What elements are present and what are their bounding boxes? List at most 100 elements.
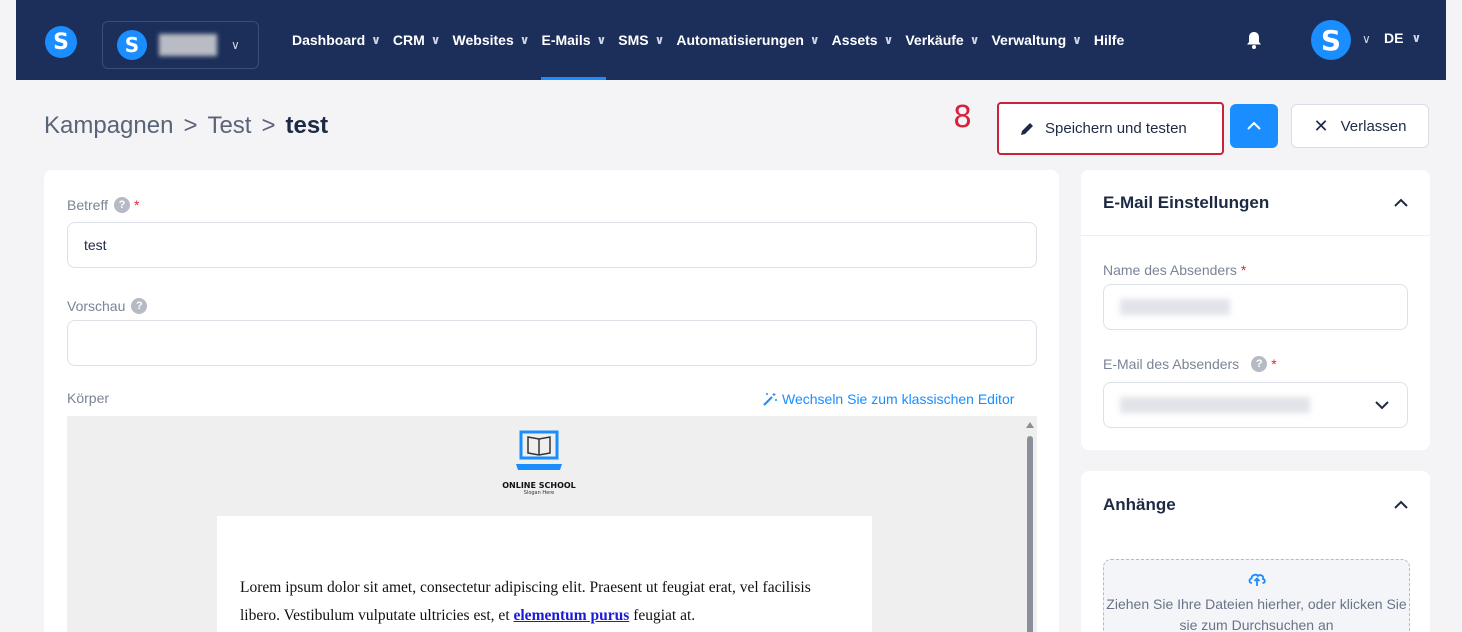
subject-input[interactable]: test: [67, 222, 1037, 268]
app-logo[interactable]: S: [45, 26, 77, 58]
nav-item-label: Websites: [452, 32, 514, 48]
sender-name-redacted: [1120, 299, 1230, 315]
sender-name-input[interactable]: [1103, 284, 1408, 330]
attachments-panel: Anhänge Ziehen Sie Ihre Dateien hierher,…: [1081, 471, 1430, 632]
sender-name-label-text: Name des Absenders: [1103, 262, 1237, 278]
chevron-down-icon[interactable]: ∨: [1362, 32, 1371, 46]
top-navbar: S S ∨ Dashboard ∨ CRM ∨ Websites ∨ E-Mails ∨…: [16, 0, 1446, 80]
chevron-up-icon: [1247, 121, 1261, 130]
nav-item-label: Verkäufe: [905, 32, 964, 48]
nav-item-label: SMS: [618, 32, 649, 48]
leave-label: Verlassen: [1340, 117, 1407, 135]
breadcrumb-separator: >: [261, 112, 276, 139]
scroll-thumb[interactable]: [1027, 436, 1033, 632]
breadcrumb-separator: >: [183, 112, 198, 139]
chevron-down-icon: ∨: [654, 33, 665, 47]
attachments-header[interactable]: Anhänge: [1081, 471, 1430, 539]
help-icon[interactable]: ?: [131, 298, 148, 314]
school-name: ONLINE SCHOOL: [502, 481, 576, 490]
email-settings-panel: E-Mail Einstellungen Name des Absenders …: [1081, 170, 1430, 450]
paragraph-text-end: feugiat at.: [629, 607, 696, 624]
pencil-icon: [1021, 122, 1033, 135]
language-label: DE: [1384, 30, 1404, 46]
nav-item-hilfe[interactable]: Hilfe: [1094, 0, 1124, 80]
email-text-block: Lorem ipsum dolor sit amet, consectetur …: [217, 516, 872, 632]
nav-item-label: Hilfe: [1093, 32, 1125, 48]
elementum-purus-link[interactable]: elementum purus: [514, 607, 630, 624]
chevron-down-icon: ∨: [1072, 33, 1082, 47]
save-and-test-label: Speichern und testen: [1045, 120, 1187, 137]
nav-item-crm[interactable]: CRM ∨: [393, 0, 441, 80]
leave-button[interactable]: ✕ Verlassen: [1291, 104, 1429, 148]
user-avatar[interactable]: S: [1311, 20, 1351, 60]
school-logo: ONLINE SCHOOL Slogan Here: [499, 428, 579, 496]
nav-item-label: CRM: [392, 32, 425, 48]
nav-item-dashboard[interactable]: Dashboard ∨: [292, 0, 381, 80]
bell-icon[interactable]: [1244, 30, 1264, 50]
nav-item-verwaltung[interactable]: Verwaltung ∨: [991, 0, 1081, 80]
chevron-down-icon: ∨: [1411, 31, 1422, 45]
body-label-text: Körper: [67, 390, 110, 406]
close-icon: ✕: [1313, 115, 1329, 136]
school-slogan: Slogan Here: [523, 490, 555, 496]
chevron-down-icon: ∨: [231, 38, 240, 52]
cloud-upload-icon: [1248, 573, 1266, 586]
nav-item-label: E-Mails: [541, 32, 591, 48]
chevron-down-icon: ∨: [596, 33, 607, 47]
nav-item-sms[interactable]: SMS ∨: [618, 0, 664, 80]
nav-item-label: Dashboard: [292, 32, 366, 48]
required-marker: *: [1271, 356, 1277, 372]
switch-classic-editor-label: Wechseln Sie zum klassischen Editor: [782, 391, 1015, 407]
subject-label: Betreff ? *: [67, 197, 139, 213]
sender-email-label-text: E-Mail des Absenders: [1103, 356, 1240, 372]
language-selector[interactable]: DE ∨: [1384, 30, 1421, 46]
attachments-dropzone[interactable]: Ziehen Sie Ihre Dateien hierher, oder kl…: [1103, 559, 1410, 632]
preview-input[interactable]: [67, 320, 1037, 366]
account-logo: S: [117, 30, 147, 60]
breadcrumb-item-test[interactable]: Test: [207, 112, 251, 140]
nav-item-emails[interactable]: E-Mails ∨: [541, 0, 606, 80]
sender-email-label: E-Mail des Absenders ? *: [1103, 356, 1277, 372]
annotation-step-number: 8: [953, 100, 973, 135]
nav-item-automatisierungen[interactable]: Automatisierungen ∨: [676, 0, 819, 80]
email-editor-card: Betreff ? * test Vorschau ? Körper Wechs…: [44, 170, 1059, 632]
preview-label-text: Vorschau: [67, 298, 126, 314]
save-and-test-button[interactable]: Speichern und testen: [997, 102, 1224, 155]
attachments-title: Anhänge: [1103, 495, 1176, 514]
switch-classic-editor-link[interactable]: Wechseln Sie zum klassischen Editor: [762, 391, 1014, 407]
sender-email-redacted: [1120, 397, 1310, 413]
chevron-up-icon[interactable]: [1394, 500, 1408, 510]
breadcrumb-item-kampagnen[interactable]: Kampagnen: [44, 112, 173, 140]
email-body-preview[interactable]: ONLINE SCHOOL Slogan Here Lorem ipsum do…: [67, 416, 1037, 632]
breadcrumb-current: test: [285, 112, 329, 139]
chevron-down-icon: [1375, 401, 1389, 410]
account-name-redacted: [159, 34, 217, 56]
chevron-down-icon: ∨: [519, 33, 530, 47]
chevron-down-icon: ∨: [883, 33, 894, 47]
nav-item-verkaufe[interactable]: Verkäufe ∨: [905, 0, 979, 80]
email-settings-title: E-Mail Einstellungen: [1103, 192, 1270, 212]
body-label: Körper: [67, 390, 109, 406]
chevron-down-icon: ∨: [969, 33, 980, 47]
sender-email-select[interactable]: [1103, 382, 1408, 428]
preview-scrollbar[interactable]: [1026, 422, 1034, 632]
chevron-up-icon[interactable]: [1394, 198, 1408, 208]
sender-name-label: Name des Absenders *: [1103, 262, 1246, 278]
chevron-down-icon: ∨: [371, 33, 381, 47]
main-nav: Dashboard ∨ CRM ∨ Websites ∨ E-Mails ∨ SMS ∨ …: [292, 0, 1136, 80]
nav-item-assets[interactable]: Assets ∨: [832, 0, 894, 80]
help-icon[interactable]: ?: [1251, 356, 1268, 372]
nav-item-label: Automatisierungen: [676, 32, 804, 48]
nav-item-websites[interactable]: Websites ∨: [453, 0, 530, 80]
breadcrumb: Kampagnen > Test > test: [44, 112, 328, 140]
account-switcher[interactable]: S ∨: [102, 21, 259, 69]
required-marker: *: [1240, 262, 1247, 278]
email-settings-header[interactable]: E-Mail Einstellungen: [1081, 170, 1430, 236]
chevron-down-icon: ∨: [430, 33, 441, 47]
scroll-up-icon[interactable]: [1026, 422, 1034, 428]
save-options-toggle-button[interactable]: [1230, 104, 1278, 148]
laptop-book-icon: [516, 430, 562, 470]
help-icon[interactable]: ?: [114, 197, 130, 213]
dropzone-text: Ziehen Sie Ihre Dateien hierher, oder kl…: [1106, 596, 1407, 632]
magic-wand-icon: [763, 393, 777, 406]
